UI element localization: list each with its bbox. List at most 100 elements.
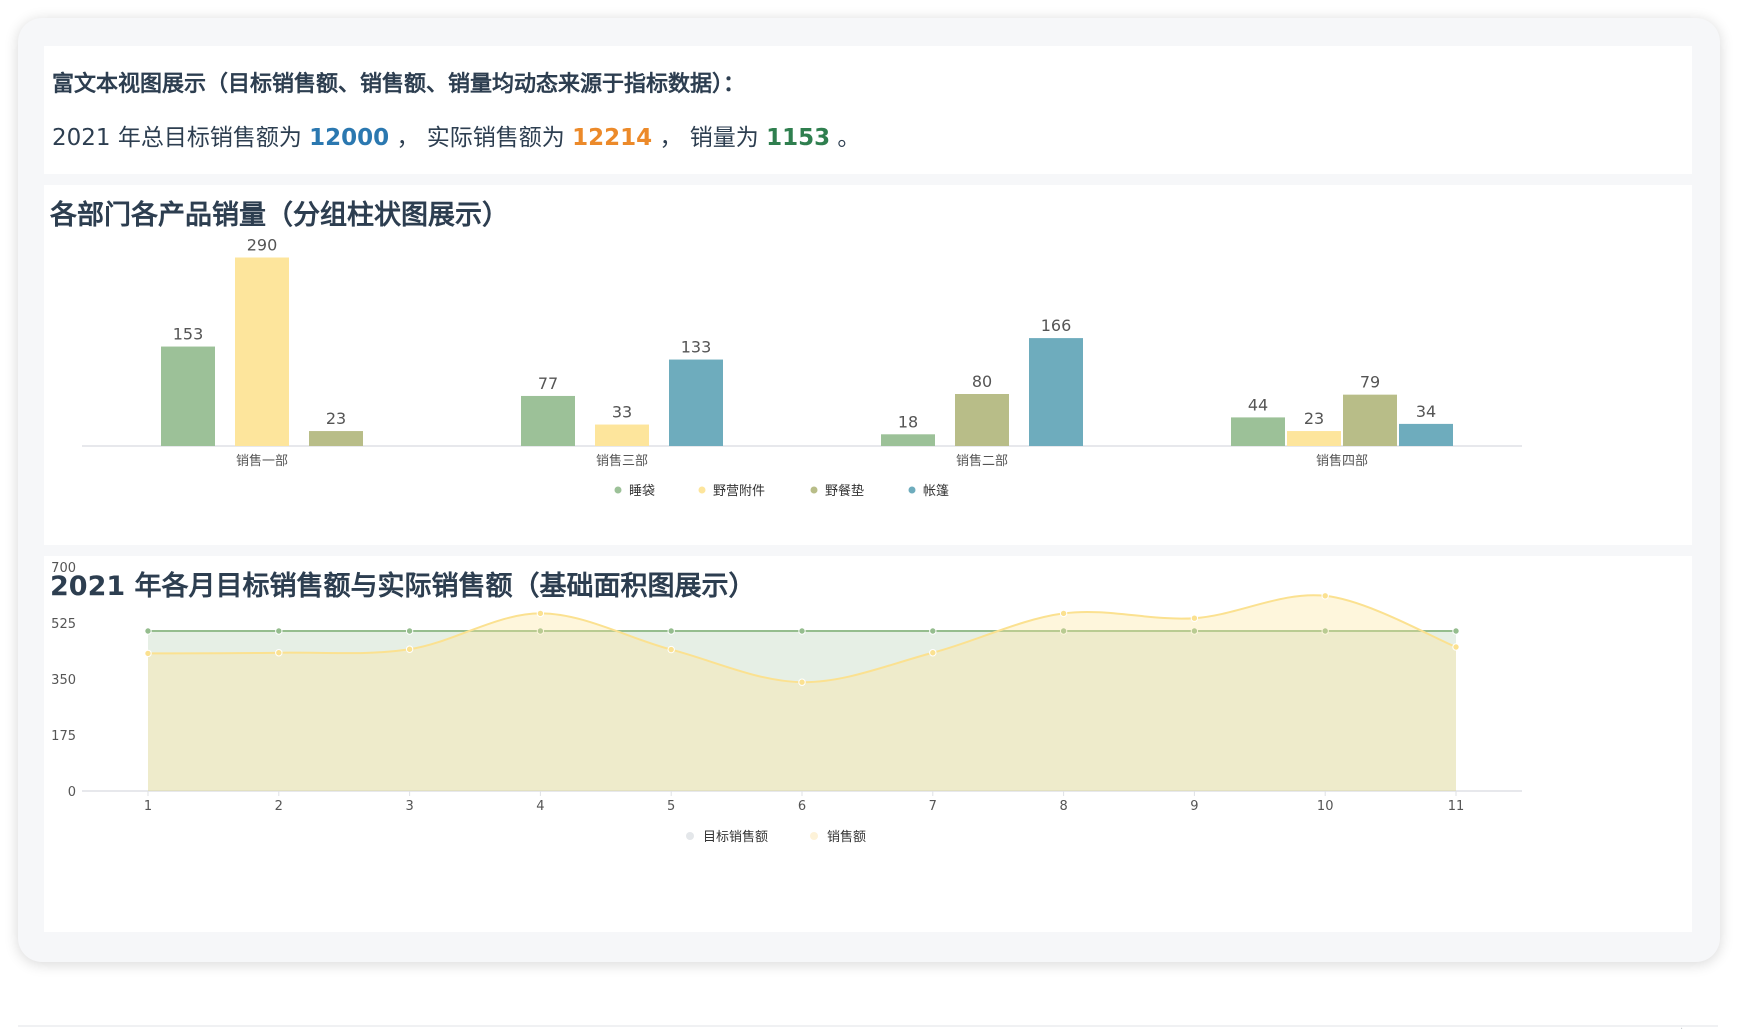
summary-suffix: 。 bbox=[830, 125, 861, 151]
area-y-tick-label: 525 bbox=[51, 617, 76, 632]
legend-item[interactable]: 销售额 bbox=[810, 829, 866, 845]
area-point[interactable] bbox=[144, 649, 152, 658]
rich-text-panel: 富文本视图展示（目标销售额、销售额、销量均动态来源于指标数据）： 2021 年总… bbox=[44, 46, 1692, 174]
area-x-tick-label: 4 bbox=[536, 799, 544, 814]
area-point[interactable] bbox=[1190, 614, 1199, 622]
legend-dot-icon bbox=[686, 832, 694, 840]
bar-data-label: 23 bbox=[1304, 409, 1324, 428]
area-point[interactable] bbox=[929, 649, 937, 657]
legend-dot-icon bbox=[908, 486, 916, 494]
bar-data-label: 33 bbox=[612, 403, 632, 422]
bar-data-label: 153 bbox=[173, 325, 204, 344]
bar-data-label: 34 bbox=[1416, 402, 1436, 421]
area-point[interactable] bbox=[275, 627, 283, 635]
legend-dot-icon bbox=[698, 486, 706, 494]
bar[interactable] bbox=[1231, 417, 1285, 446]
bar-data-label: 290 bbox=[247, 236, 278, 255]
area-point[interactable] bbox=[798, 678, 806, 686]
summary-sep-1: ， 实际销售额为 bbox=[389, 125, 573, 151]
area-x-tick-label: 6 bbox=[798, 799, 806, 814]
area-point[interactable] bbox=[798, 627, 806, 635]
area-y-tick-label: 0 bbox=[68, 785, 76, 800]
area-chart: 0 175 350 525 700 1 2 3 4 5 6 7 8 9 10 11 目标销售额 销售额 bbox=[51, 561, 1522, 845]
bar-data-label: 79 bbox=[1360, 373, 1380, 392]
area-point[interactable] bbox=[1321, 592, 1329, 600]
area-point[interactable] bbox=[275, 649, 283, 657]
bar[interactable] bbox=[1399, 423, 1453, 446]
bar[interactable] bbox=[161, 346, 215, 446]
area-x-tick-label: 11 bbox=[1448, 799, 1465, 814]
area-point[interactable] bbox=[1059, 609, 1068, 618]
summary-prefix: 2021 年总目标销售额为 bbox=[52, 125, 310, 151]
bar[interactable] bbox=[669, 359, 723, 446]
area-x-tick-label: 5 bbox=[667, 799, 675, 814]
page-divider bbox=[18, 1025, 1718, 1027]
legend-label: 销售额 bbox=[827, 829, 866, 845]
bar-data-label: 166 bbox=[1041, 316, 1072, 335]
legend-label: 野餐垫 bbox=[825, 483, 864, 499]
bar[interactable] bbox=[235, 257, 289, 447]
bar[interactable] bbox=[1343, 394, 1397, 446]
legend-item[interactable]: 睡袋 bbox=[614, 484, 656, 499]
area-point[interactable] bbox=[1452, 627, 1460, 635]
bar[interactable] bbox=[1029, 338, 1083, 446]
area-point[interactable] bbox=[929, 627, 937, 635]
area-x-tick-label: 10 bbox=[1317, 799, 1334, 814]
bar-data-label: 80 bbox=[972, 372, 992, 391]
area-x-tick-label: 9 bbox=[1190, 799, 1198, 814]
target-total-value: 12000 bbox=[309, 125, 390, 151]
summary-sep-2: ， 销量为 bbox=[652, 125, 767, 151]
area-point[interactable] bbox=[405, 627, 414, 635]
legend-label: 目标销售额 bbox=[703, 829, 768, 845]
area-y-tick-label: 175 bbox=[51, 729, 76, 744]
legend-item[interactable]: 野餐垫 bbox=[810, 483, 865, 499]
legend-dot-icon bbox=[810, 486, 818, 494]
bar-x-tick-label: 销售三部 bbox=[596, 453, 648, 469]
legend-dot-icon bbox=[810, 832, 818, 840]
area-x-tick-label: 8 bbox=[1059, 799, 1067, 814]
bar[interactable] bbox=[955, 394, 1009, 446]
area-chart-panel: 2021 年各月目标销售额与实际销售额（基础面积图展示） 0 175 350 525 7… bbox=[44, 556, 1692, 932]
bar-data-label: 44 bbox=[1248, 395, 1268, 414]
bar-x-tick-label: 销售二部 bbox=[956, 453, 1008, 469]
app-shell: 富文本视图展示（目标销售额、销售额、销量均动态来源于指标数据）： 2021 年总… bbox=[18, 18, 1720, 962]
legend-label: 睡袋 bbox=[629, 484, 655, 499]
legend-item[interactable]: 帐篷 bbox=[908, 484, 950, 499]
area-point[interactable] bbox=[667, 627, 675, 635]
legend-label: 帐篷 bbox=[923, 484, 949, 499]
bar[interactable] bbox=[521, 395, 575, 446]
corner-mark: · bbox=[1680, 1024, 1684, 1035]
bar-data-label: 77 bbox=[538, 374, 558, 393]
bar-x-tick-label: 销售一部 bbox=[236, 453, 288, 469]
bar-data-label: 18 bbox=[898, 412, 918, 431]
area-x-tick-label: 1 bbox=[144, 799, 152, 814]
area-x-tick-label: 2 bbox=[275, 799, 283, 814]
bar[interactable] bbox=[309, 431, 363, 446]
area-point[interactable] bbox=[1452, 643, 1460, 651]
area-point[interactable] bbox=[667, 645, 675, 654]
area-fill bbox=[148, 595, 1456, 791]
area-y-tick-label: 700 bbox=[51, 561, 76, 576]
area-point[interactable] bbox=[144, 627, 152, 635]
area-y-tick-label: 350 bbox=[51, 673, 76, 688]
legend-dot-icon bbox=[614, 486, 622, 494]
bar-data-label: 133 bbox=[681, 338, 712, 357]
area-point[interactable] bbox=[536, 609, 545, 618]
area-x-tick-label: 7 bbox=[929, 799, 937, 814]
actual-total-value: 12214 bbox=[572, 125, 653, 151]
area-point[interactable] bbox=[405, 645, 414, 653]
bar-chart-panel: 各部门各产品销量（分组柱状图展示） 153 290 23 销售一部 77 33 133 销售三… bbox=[44, 185, 1692, 545]
bar-x-tick-label: 销售四部 bbox=[1316, 453, 1368, 469]
area-x-tick-label: 3 bbox=[405, 799, 413, 814]
legend-item[interactable]: 目标销售额 bbox=[686, 829, 768, 845]
rich-text-title: 富文本视图展示（目标销售额、销售额、销量均动态来源于指标数据）： bbox=[52, 72, 746, 97]
legend-label: 野营附件 bbox=[713, 484, 765, 499]
bar[interactable] bbox=[881, 434, 935, 446]
volume-total-value: 1153 bbox=[766, 125, 831, 151]
bar[interactable] bbox=[1287, 431, 1341, 446]
legend-item[interactable]: 野营附件 bbox=[698, 484, 766, 499]
grouped-bar-chart: 153 290 23 销售一部 77 33 133 销售三部 18 80 166 销售二部 44 23 79… bbox=[82, 236, 1522, 499]
bar-data-label: 23 bbox=[326, 409, 346, 428]
bar[interactable] bbox=[595, 424, 649, 446]
rich-text-summary: 2021 年总目标销售额为 12000 ， 实际销售额为 12214 ， 销量为… bbox=[52, 118, 860, 152]
